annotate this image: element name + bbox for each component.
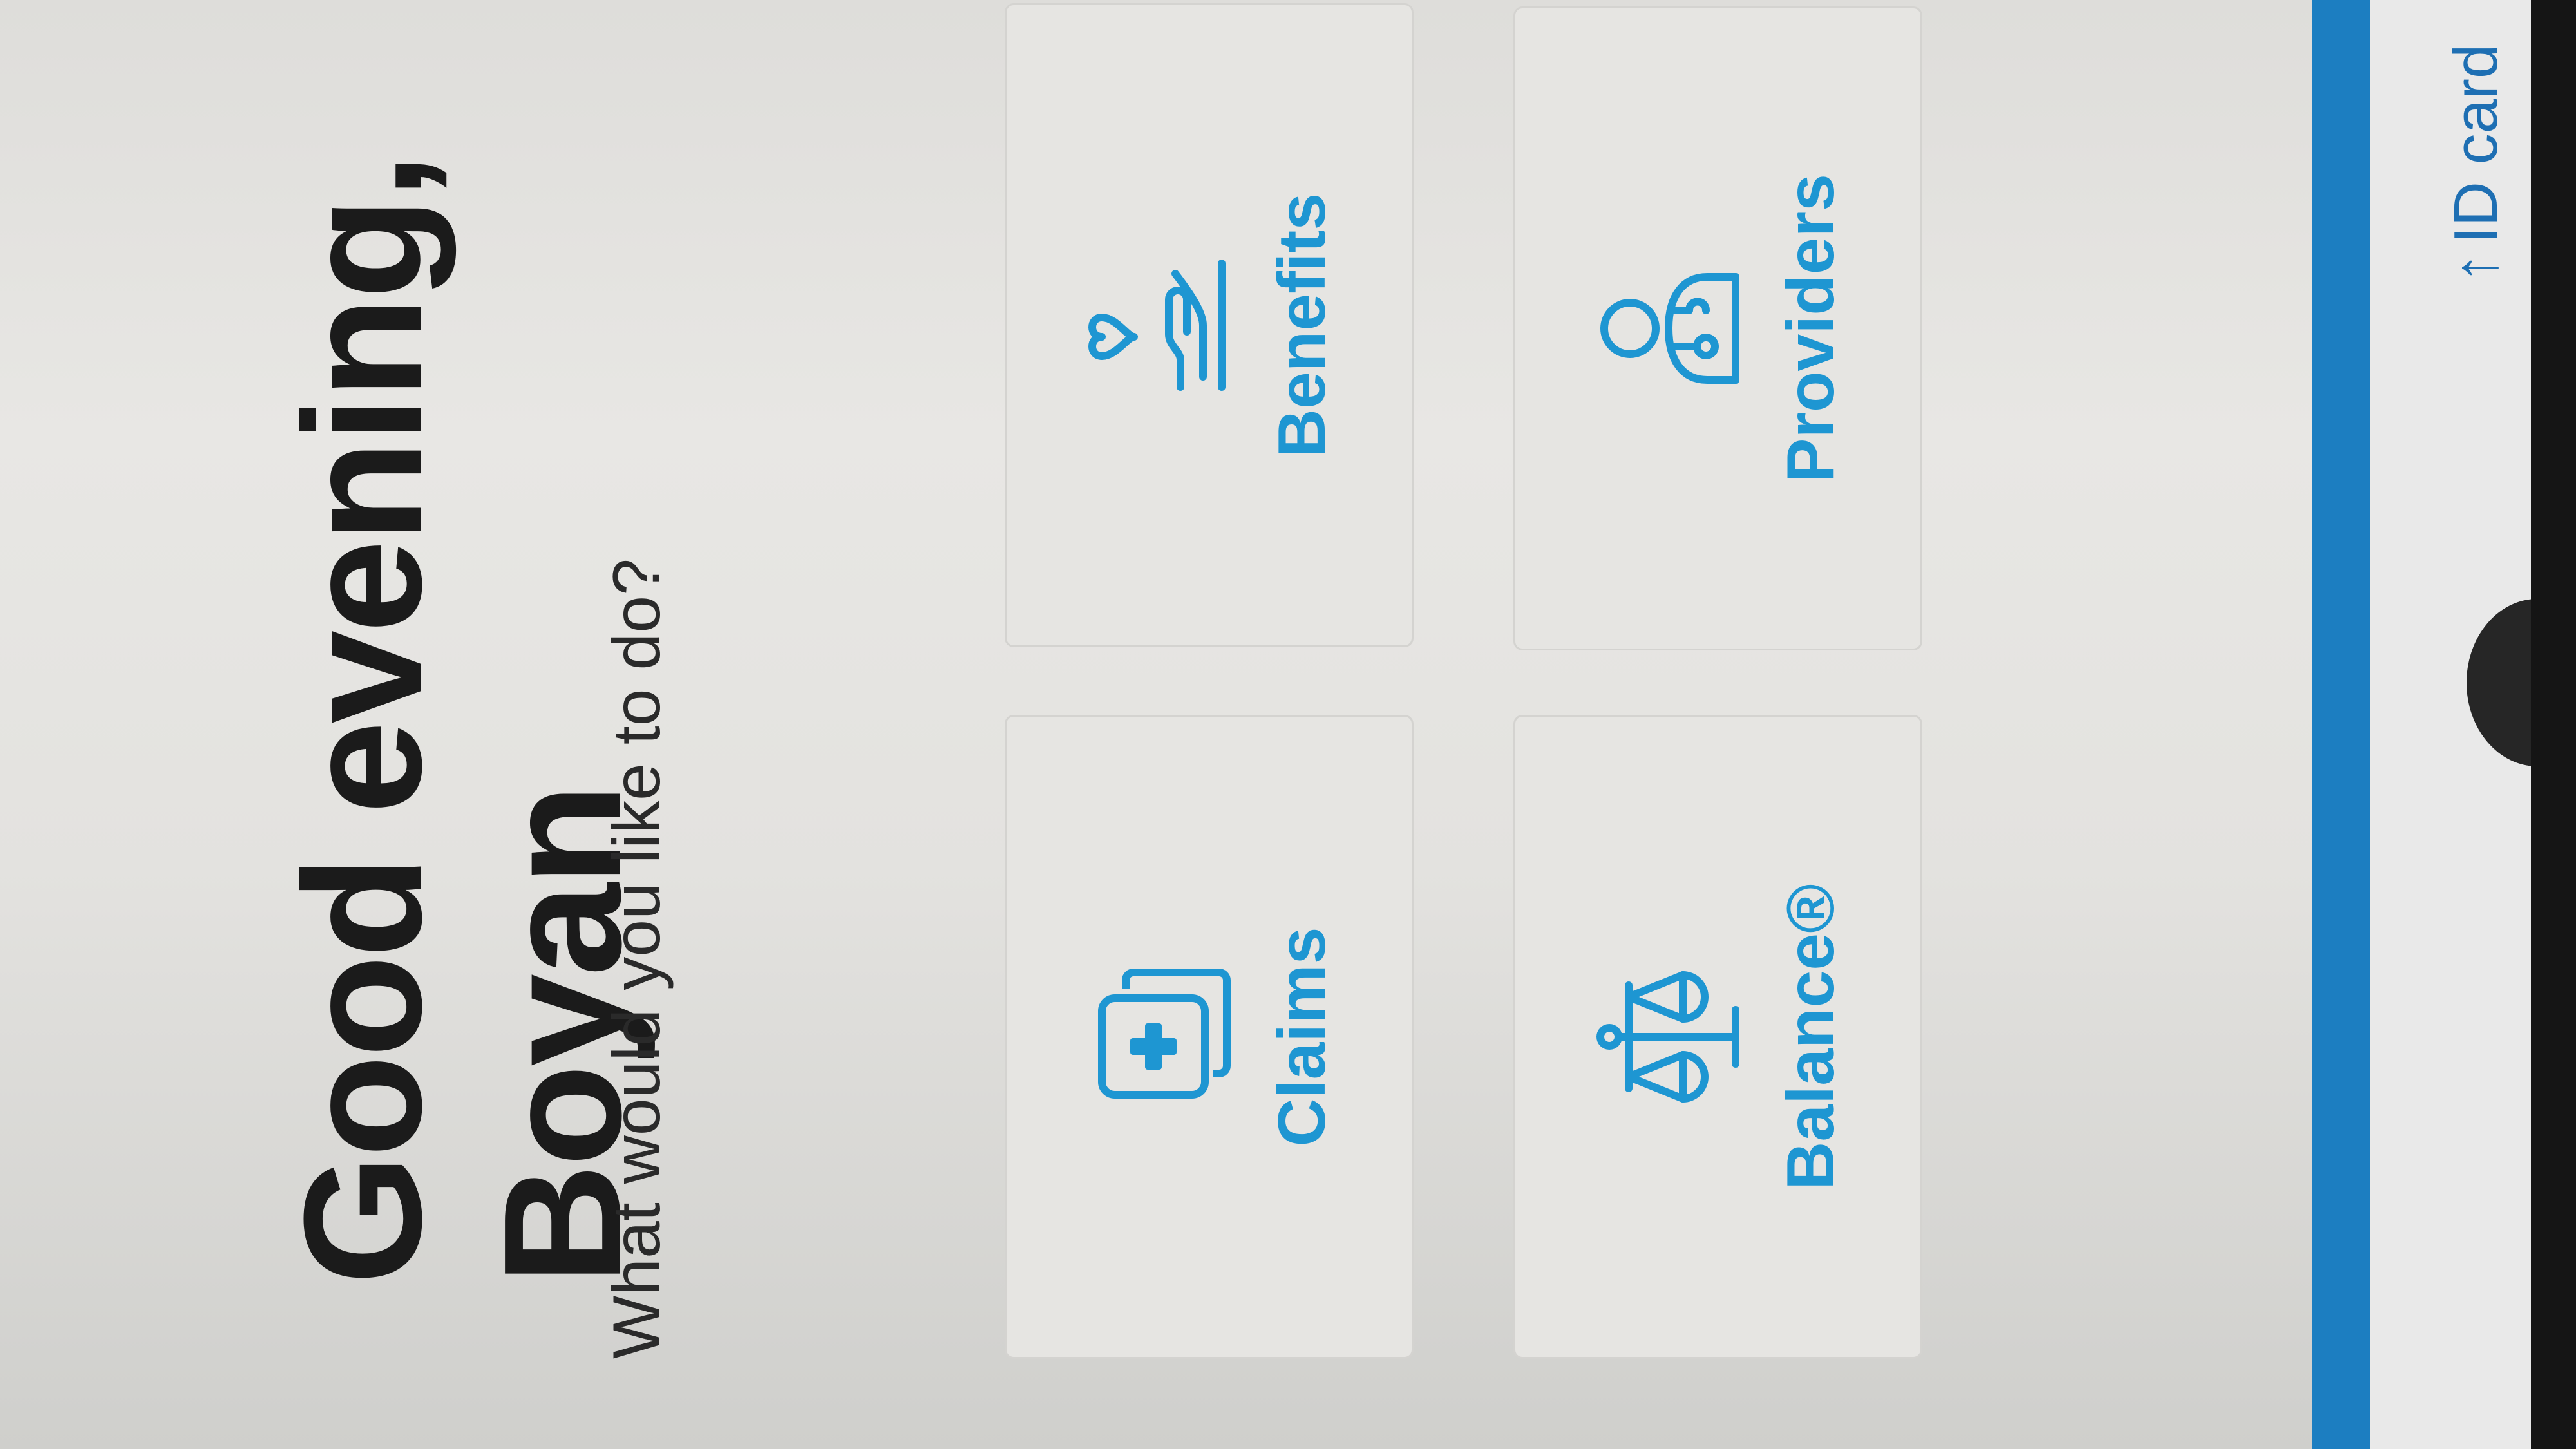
- providers-label: Providers: [1774, 174, 1848, 483]
- balance-tile[interactable]: Balance®: [1513, 715, 1922, 1359]
- providers-tile[interactable]: Providers: [1513, 6, 1922, 650]
- balance-scale-icon: [1596, 971, 1739, 1103]
- prompt-text: What would you like to do?: [600, 558, 674, 1359]
- id-card-button[interactable]: ↑ ID card: [2441, 44, 2512, 283]
- app-screen: Good evening, Boyan What would you like …: [0, 0, 2576, 1449]
- id-card-label: ID card: [2441, 44, 2510, 243]
- device-bezel: [2531, 0, 2576, 1449]
- arrow-up-icon: ↑: [2441, 252, 2510, 283]
- benefits-tile[interactable]: Benefits: [1005, 3, 1414, 647]
- claims-tile[interactable]: Claims: [1005, 715, 1414, 1359]
- claims-label: Claims: [1265, 927, 1340, 1147]
- doctor-icon: [1600, 273, 1739, 384]
- footer-accent-bar: [2312, 0, 2370, 1449]
- greeting-line: Good evening,: [270, 155, 457, 1285]
- heart-in-hand-icon: [1088, 260, 1226, 391]
- balance-label: Balance®: [1774, 884, 1848, 1190]
- benefits-label: Benefits: [1265, 193, 1340, 458]
- medical-documents-icon: [1098, 969, 1231, 1099]
